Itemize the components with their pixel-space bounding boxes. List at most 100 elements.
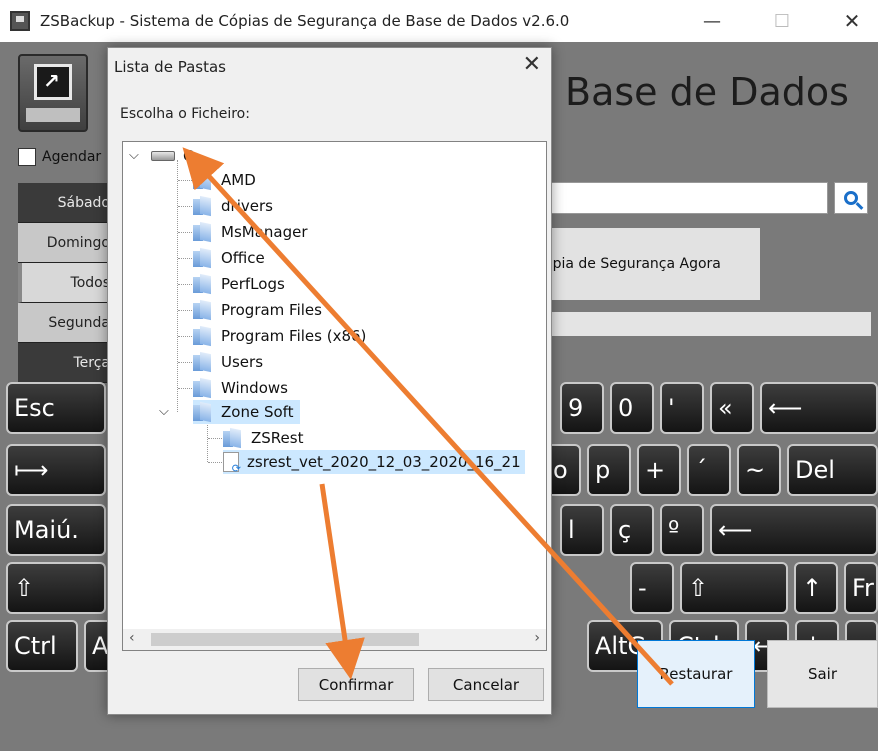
tree-item-label: PerfLogs	[221, 275, 285, 293]
backup-now-button[interactable]: ópia de Segurança Agora	[520, 228, 760, 300]
folder-tree[interactable]: ⌵ C: AMD drivers MsManager Office PerfLo…	[122, 141, 547, 651]
tree-line	[208, 438, 222, 439]
tree-item-label: Users	[221, 353, 264, 371]
key-tilde[interactable]: ~	[737, 444, 781, 496]
tree-item-file[interactable]: zsrest_vet_2020_12_03_2020_16_21	[223, 450, 525, 475]
day-item[interactable]: Segunda	[18, 303, 118, 343]
day-item[interactable]: Terça	[18, 343, 118, 383]
confirm-button[interactable]: Confirmar	[298, 668, 414, 701]
search-input[interactable]	[540, 182, 828, 214]
key-ordinal[interactable]: º	[660, 504, 704, 556]
tree-item-folder[interactable]: AMD	[193, 168, 256, 192]
tree-item-folder[interactable]: Program Files (x86)	[193, 324, 366, 348]
key-backspace[interactable]: ⟵	[760, 382, 878, 434]
folder-icon	[193, 195, 213, 217]
scroll-right-icon[interactable]: ›	[534, 630, 540, 646]
key-fn[interactable]: Fr	[844, 562, 878, 614]
key-tab[interactable]: ⟼	[6, 444, 106, 496]
tree-item-label: zsrest_vet_2020_12_03_2020_16_21	[247, 453, 521, 471]
key-shift-right[interactable]: ⇧	[680, 562, 788, 614]
key-up[interactable]: ↑	[794, 562, 838, 614]
tree-line	[178, 284, 192, 285]
agendar-checkbox[interactable]: Agendar	[18, 148, 101, 166]
tree-item-folder[interactable]: drivers	[193, 194, 273, 218]
app-icon	[10, 11, 30, 31]
tree-item-label: ZSRest	[251, 429, 304, 447]
key-esc[interactable]: Esc	[6, 382, 106, 434]
key-guillemet[interactable]: «	[710, 382, 754, 434]
title-bar: ZSBackup - Sistema de Cópias de Seguranç…	[0, 0, 878, 42]
key-del[interactable]: Del	[787, 444, 878, 496]
tree-item-folder[interactable]: PerfLogs	[193, 272, 285, 296]
dialog-title: Lista de Pastas	[114, 58, 226, 76]
tree-line	[178, 388, 192, 389]
tree-item-drive[interactable]: C:	[151, 144, 199, 168]
folder-icon	[193, 273, 213, 295]
tree-item-label: Zone Soft	[221, 403, 294, 421]
tree-line	[177, 160, 178, 412]
key-acute[interactable]: ´	[687, 444, 731, 496]
folder-icon	[193, 351, 213, 373]
restore-button[interactable]: Restaurar	[637, 640, 755, 708]
folder-icon	[193, 221, 213, 243]
key-shift-left[interactable]: ⇧	[6, 562, 106, 614]
tree-item-label: drivers	[221, 197, 273, 215]
tree-item-label: Office	[221, 249, 265, 267]
day-item[interactable]: Todos	[18, 263, 118, 303]
folder-icon	[223, 427, 243, 449]
dialog-close-icon[interactable]: ✕	[523, 52, 541, 77]
search-icon	[844, 191, 858, 205]
tree-line	[207, 422, 208, 462]
key-0[interactable]: 0	[610, 382, 654, 434]
progress-bar	[545, 312, 871, 336]
close-button[interactable]: ✕	[822, 0, 878, 42]
tree-item-folder[interactable]: Program Files	[193, 298, 322, 322]
tree-item-folder[interactable]: Office	[193, 246, 265, 270]
minimize-button[interactable]: —	[682, 0, 742, 42]
scroll-left-icon[interactable]: ‹	[129, 630, 135, 646]
horizontal-scrollbar[interactable]: ‹ ›	[122, 629, 547, 651]
day-item[interactable]: Sábado	[18, 183, 118, 223]
tree-line	[178, 232, 192, 233]
tree-item-label: Program Files (x86)	[221, 327, 367, 345]
key-cedilla[interactable]: ç	[610, 504, 654, 556]
drive-icon	[151, 151, 175, 161]
key-p[interactable]: p	[587, 444, 631, 496]
tree-item-label: AMD	[221, 171, 256, 189]
exit-button[interactable]: Sair	[767, 640, 878, 708]
chevron-down-icon[interactable]: ⌵	[159, 404, 169, 419]
tree-item-label: Program Files	[221, 301, 322, 319]
key-caps[interactable]: Maiú.	[6, 504, 106, 556]
tree-item-folder[interactable]: Users	[193, 350, 263, 374]
checkbox-box[interactable]	[18, 148, 36, 166]
tree-line	[208, 462, 222, 463]
folder-icon	[193, 377, 213, 399]
key-minus[interactable]: -	[630, 562, 674, 614]
agendar-label: Agendar	[42, 149, 102, 165]
tree-line	[178, 258, 192, 259]
key-apostrophe[interactable]: '	[660, 382, 704, 434]
key-9[interactable]: 9	[560, 382, 604, 434]
scrollbar-thumb[interactable]	[151, 633, 419, 646]
maximize-button[interactable]: ☐	[752, 0, 812, 42]
key-ctrl-left[interactable]: Ctrl	[6, 620, 78, 672]
tree-item-folder[interactable]: MsManager	[193, 220, 308, 244]
folder-icon	[193, 299, 213, 321]
search-button[interactable]	[834, 182, 868, 214]
tree-item-label: Windows	[221, 379, 288, 397]
key-enter[interactable]: ⟵	[710, 504, 878, 556]
tree-item-folder[interactable]: ZSRest	[223, 426, 303, 450]
day-item[interactable]: Domingo	[18, 223, 118, 263]
tree-item-label: MsManager	[221, 223, 308, 241]
tree-line	[178, 336, 192, 337]
folder-icon	[193, 169, 213, 191]
tree-item-folder-selected[interactable]: Zone Soft	[193, 400, 300, 424]
key-plus[interactable]: +	[637, 444, 681, 496]
folder-icon	[193, 325, 213, 347]
folder-icon	[193, 247, 213, 269]
chevron-down-icon[interactable]: ⌵	[129, 148, 139, 163]
tree-item-label: C:	[183, 147, 199, 165]
key-l[interactable]: l	[560, 504, 604, 556]
cancel-button[interactable]: Cancelar	[428, 668, 544, 701]
tree-item-folder[interactable]: Windows	[193, 376, 288, 400]
